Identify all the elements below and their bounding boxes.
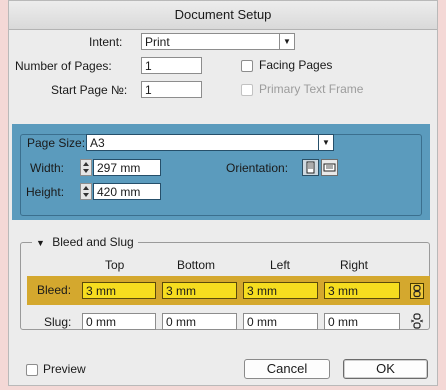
number-of-pages-label: Number of Pages:	[15, 59, 112, 73]
landscape-orientation-icon[interactable]	[321, 159, 338, 176]
bleed-left-field[interactable]: 3 mm	[243, 282, 318, 299]
cancel-button[interactable]: Cancel	[244, 359, 330, 379]
page-size-panel: Page Size: A3 ▼ Width: 297 mm Height: 42…	[12, 124, 430, 220]
bleed-top-field[interactable]: 3 mm	[82, 282, 156, 299]
start-page-label: Start Page №:	[51, 83, 128, 97]
slug-left-field[interactable]: 0 mm	[243, 313, 318, 330]
slug-label: Slug:	[44, 315, 72, 329]
number-of-pages-field[interactable]: 1	[141, 57, 202, 74]
column-header-top: Top	[105, 258, 125, 272]
facing-pages-label: Facing Pages	[259, 58, 333, 72]
orientation-label: Orientation:	[226, 161, 289, 175]
preview-label: Preview	[43, 362, 86, 376]
primary-text-frame-checkbox[interactable]	[241, 84, 253, 96]
column-header-left: Left	[270, 258, 291, 272]
start-page-field[interactable]: 1	[141, 81, 202, 98]
slug-top-field[interactable]: 0 mm	[82, 313, 156, 330]
intent-select[interactable]: Print ▼	[141, 33, 295, 50]
bleed-bottom-field[interactable]: 3 mm	[162, 282, 237, 299]
height-field[interactable]: 420 mm	[93, 183, 161, 200]
portrait-orientation-icon[interactable]	[302, 159, 319, 176]
intent-label: Intent:	[89, 35, 123, 49]
column-header-right: Right	[340, 258, 369, 272]
primary-text-frame-label: Primary Text Frame	[259, 82, 364, 96]
bleed-slug-section-label: Bleed and Slug	[52, 235, 134, 249]
preview-checkbox[interactable]	[26, 364, 38, 376]
bleed-slug-toggle[interactable]: ▼ Bleed and Slug	[32, 235, 138, 249]
column-header-bottom: Bottom	[177, 258, 216, 272]
width-label: Width:	[30, 161, 65, 175]
facing-pages-checkbox[interactable]	[241, 60, 253, 72]
width-field[interactable]: 297 mm	[93, 159, 161, 176]
width-stepper-icon[interactable]	[80, 159, 92, 176]
intent-value: Print	[145, 35, 170, 49]
page-size-value: A3	[90, 136, 105, 150]
bleed-label: Bleed:	[37, 283, 72, 297]
bleed-right-field[interactable]: 3 mm	[324, 282, 400, 299]
chevron-down-icon: ▼	[318, 135, 333, 150]
height-label: Height:	[26, 185, 65, 199]
slug-right-field[interactable]: 0 mm	[324, 313, 400, 330]
dialog-title: Document Setup	[9, 1, 437, 30]
chevron-down-icon: ▼	[279, 34, 294, 49]
disclosure-triangle-icon: ▼	[36, 238, 45, 248]
page-size-select[interactable]: A3 ▼	[86, 134, 334, 151]
broken-chain-link-icon[interactable]	[410, 313, 424, 329]
slug-bottom-field[interactable]: 0 mm	[162, 313, 237, 330]
chain-link-icon[interactable]	[410, 283, 424, 299]
page-size-label: Page Size:	[24, 136, 89, 150]
ok-button[interactable]: OK	[343, 359, 428, 379]
height-stepper-icon[interactable]	[80, 183, 92, 200]
